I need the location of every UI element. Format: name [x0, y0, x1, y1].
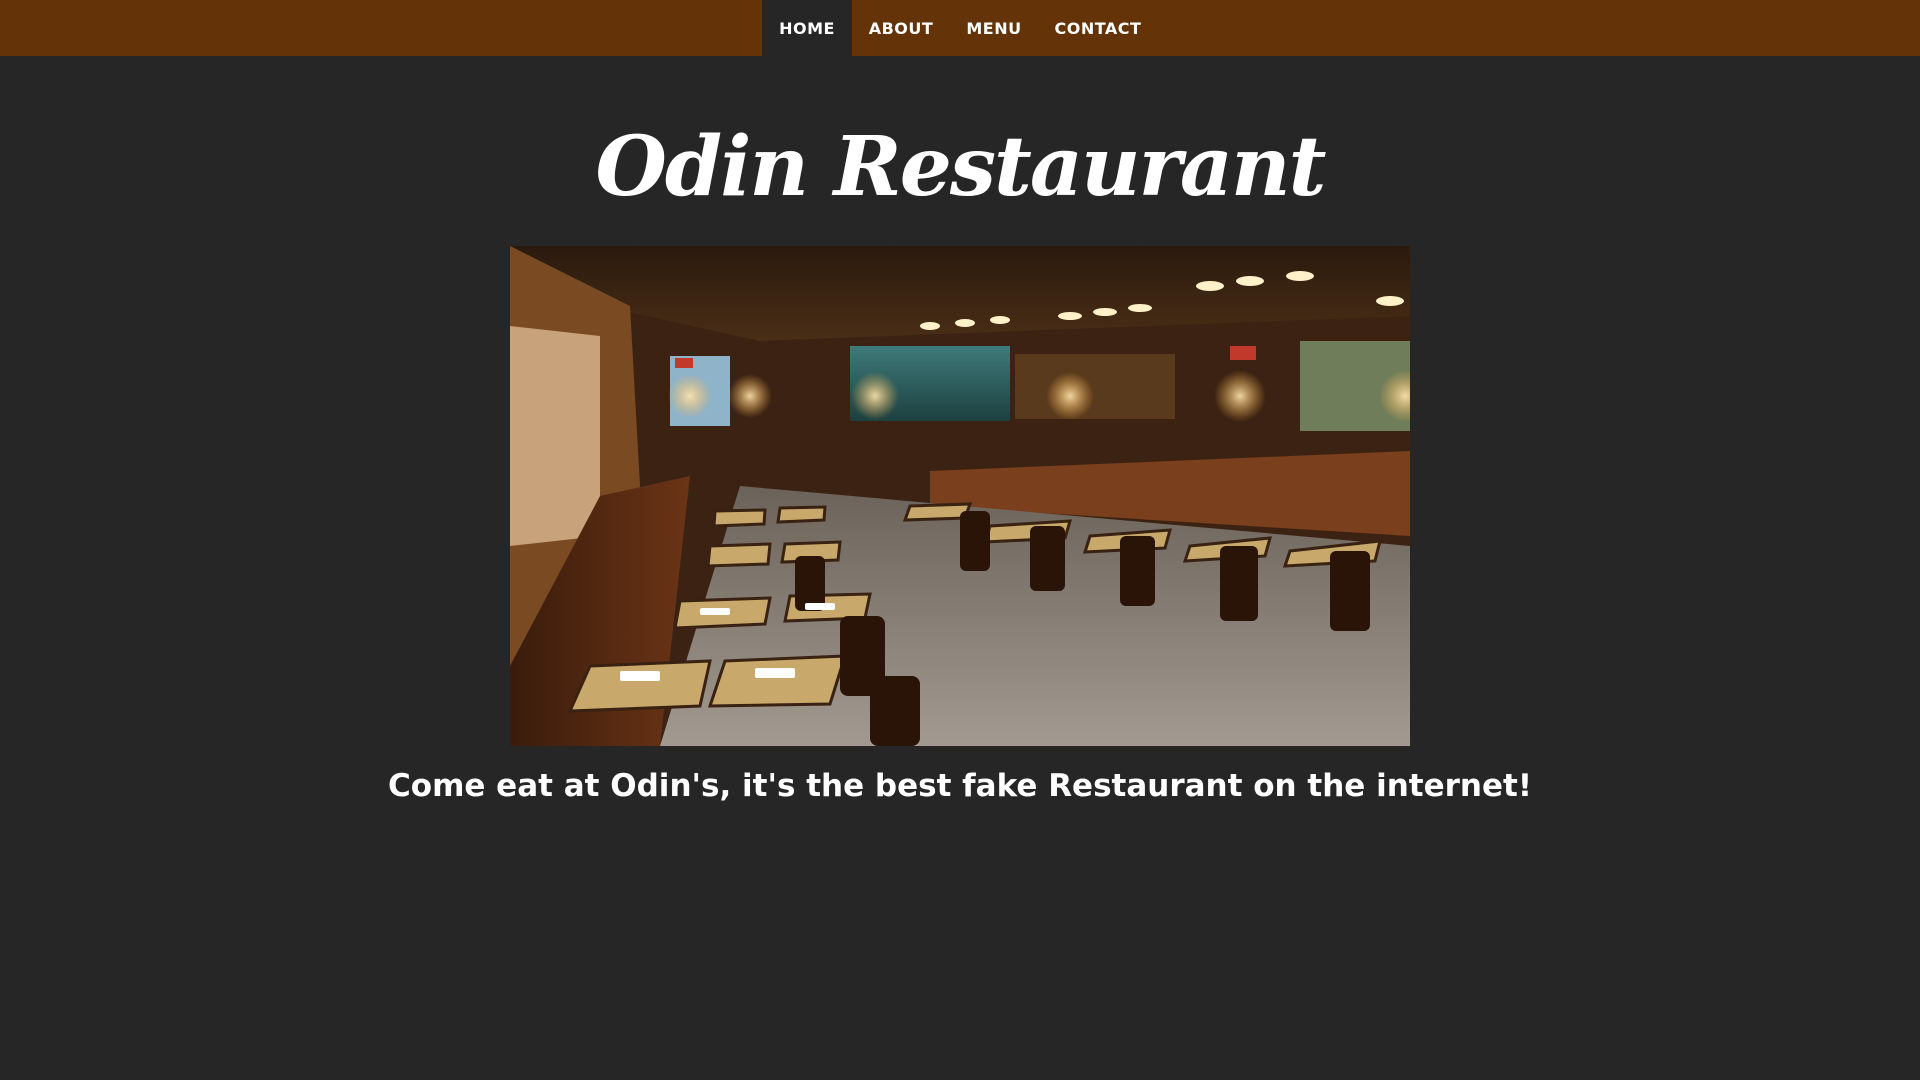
restaurant-interior-image — [510, 246, 1410, 746]
nav-item-menu[interactable]: MENU — [950, 0, 1038, 56]
nav-item-home[interactable]: HOME — [762, 0, 852, 56]
nav-item-about[interactable]: ABOUT — [852, 0, 950, 56]
nav-item-contact[interactable]: CONTACT — [1038, 0, 1158, 56]
nav-menu: HOME ABOUT MENU CONTACT — [762, 0, 1158, 56]
top-navbar: HOME ABOUT MENU CONTACT — [0, 0, 1920, 56]
page-tagline: Come eat at Odin's, it's the best fake R… — [388, 768, 1532, 804]
page-title: Odin Restaurant — [595, 119, 1326, 215]
